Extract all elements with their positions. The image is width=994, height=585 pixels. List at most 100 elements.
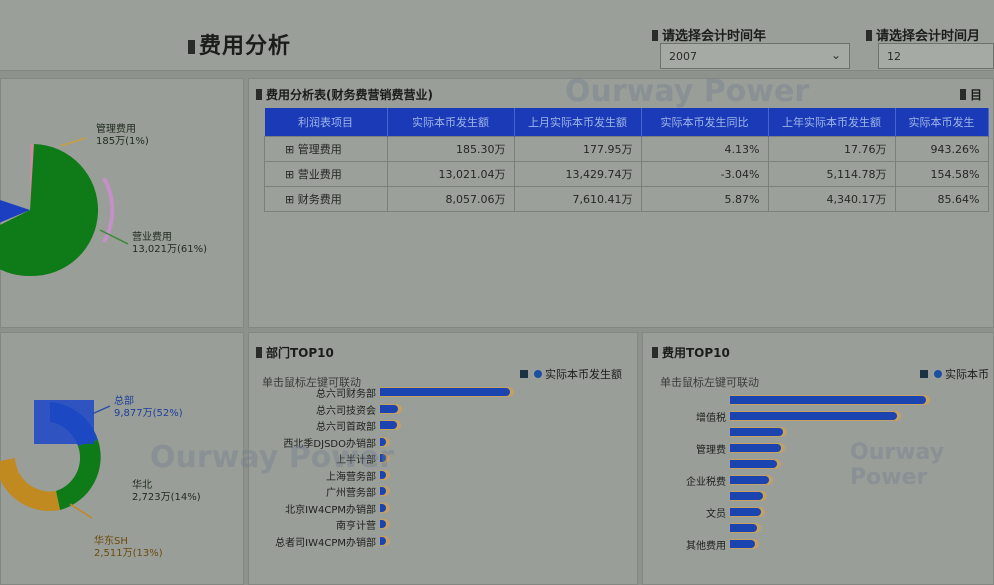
bar[interactable] <box>730 508 761 516</box>
table-corner: 目 <box>960 86 982 103</box>
cell: 13,021.04万 <box>386 161 515 187</box>
bar[interactable] <box>380 404 398 413</box>
year-select-value: 2007 <box>669 50 697 63</box>
cell: 8,057.06万 <box>386 186 515 212</box>
bar-category-label: 增值税 <box>696 413 726 424</box>
expense-pie-chart[interactable] <box>0 130 140 280</box>
cell: 177.95万 <box>513 136 642 162</box>
year-select[interactable]: 2007 ⌄ <box>660 43 850 69</box>
ring-label-east-name: 华东SH <box>94 536 128 547</box>
expand-icon[interactable]: ⊞ <box>285 168 298 181</box>
bar[interactable] <box>730 460 777 468</box>
legend-square-icon <box>520 370 528 378</box>
col-header-item[interactable]: 利润表项目 <box>264 108 388 137</box>
bar[interactable] <box>730 476 769 484</box>
year-mark-icon <box>652 30 658 41</box>
expand-icon[interactable]: ⊞ <box>285 143 298 156</box>
bar[interactable] <box>730 428 784 436</box>
ring-slice-east[interactable] <box>0 458 60 511</box>
month-mark-icon <box>866 30 872 41</box>
table-row[interactable]: ⊞ 管理费用 185.30万 177.95万 4.13% 17.76万 943.… <box>264 136 989 162</box>
region-ring-chart[interactable] <box>0 392 120 522</box>
bar[interactable] <box>730 524 757 532</box>
watermark: Ourway Power <box>565 74 810 109</box>
cell: -3.04% <box>640 161 769 187</box>
bar[interactable] <box>730 412 898 420</box>
ring-label-north: 华北 2,723万(14%) <box>132 480 201 504</box>
ring-label-east-value: 2,511万(13%) <box>94 548 163 559</box>
col-header-yoy[interactable]: 实际本币发生同比 <box>641 108 769 137</box>
row-name: 营业费用 <box>297 168 342 181</box>
ring-label-hq-name: 总部 <box>114 396 134 407</box>
legend-square-icon <box>920 370 928 378</box>
month-filter-label: 请选择会计时间月 <box>866 25 980 44</box>
ring-label-hq: 总部 9,877万(52%) <box>114 396 183 420</box>
month-select-value: 12 <box>887 50 901 63</box>
bar-category-label: 北京IW4CPM办销部 <box>285 504 376 516</box>
col-header-last-year[interactable]: 上年实际本币发生额 <box>768 108 896 137</box>
cell: 5,114.78万 <box>767 161 896 187</box>
month-filter-label-text: 请选择会计时间月 <box>876 29 981 44</box>
fee-legend[interactable]: 实际本币 <box>920 366 989 382</box>
ring-label-north-value: 2,723万(14%) <box>132 492 201 503</box>
pie-label-mgmt-value: 185万(1%) <box>96 136 149 147</box>
cell: 4,340.17万 <box>767 186 896 212</box>
bar-category-label: 总六司首政部 <box>316 422 376 433</box>
cell: 7,610.41万 <box>513 186 642 212</box>
dept-title: 部门TOP10 <box>256 344 334 361</box>
ring-leader-hq <box>91 405 111 415</box>
bar[interactable] <box>380 388 510 396</box>
bar-category-label: 其他费用 <box>686 541 726 552</box>
expense-table: 利润表项目 实际本币发生额 上月实际本币发生额 实际本币发生同比 上年实际本币发… <box>264 108 989 212</box>
row-name-cell[interactable]: ⊞ 财务费用 <box>264 186 388 212</box>
col-header-ratio[interactable]: 实际本币发生 <box>895 108 989 137</box>
col-header-last-month[interactable]: 上月实际本币发生额 <box>514 108 642 137</box>
ring-label-hq-value: 9,877万(52%) <box>114 408 183 419</box>
table-row[interactable]: ⊞ 营业费用 13,021.04万 13,429.74万 -3.04% 5,11… <box>264 161 989 187</box>
watermark: Ourway Power <box>150 440 395 475</box>
table-header-row: 利润表项目 实际本币发生额 上月实际本币发生额 实际本币发生同比 上年实际本币发… <box>264 108 989 137</box>
cell: 85.64% <box>894 186 989 212</box>
row-name-cell[interactable]: ⊞ 营业费用 <box>264 161 388 187</box>
bar[interactable] <box>380 536 386 545</box>
corner-mark-icon <box>960 89 966 100</box>
bar-category-label: 管理费 <box>696 445 726 456</box>
dept-legend[interactable]: 实际本币发生额 <box>520 366 622 382</box>
ring-slice-north[interactable] <box>56 440 101 510</box>
bar[interactable] <box>730 396 926 404</box>
bar[interactable] <box>730 540 755 548</box>
month-select[interactable]: 12 <box>878 43 994 69</box>
year-filter-label: 请选择会计时间年 <box>652 25 766 44</box>
pie-label-sales: 营业费用 13,021万(61%) <box>132 232 207 256</box>
bar[interactable] <box>380 503 386 512</box>
col-header-actual[interactable]: 实际本币发生额 <box>387 108 515 137</box>
bar[interactable] <box>730 444 782 452</box>
watermark: Ourway Power <box>850 440 945 490</box>
fee-mark-icon <box>652 347 658 358</box>
bar-category-label: 文员 <box>706 509 726 520</box>
bar-category-label: 总六司财务部 <box>316 389 376 400</box>
pie-leader-mgmt <box>59 137 87 147</box>
year-filter-label-text: 请选择会计时间年 <box>662 29 767 44</box>
dept-mark-icon <box>256 347 262 358</box>
legend-dot-icon <box>934 370 942 378</box>
cell: 17.76万 <box>767 136 896 162</box>
bar[interactable] <box>730 492 763 500</box>
cell: 185.30万 <box>386 136 515 162</box>
dept-title-text: 部门TOP10 <box>266 346 334 360</box>
bar[interactable] <box>380 421 398 429</box>
table-row[interactable]: ⊞ 财务费用 8,057.06万 7,610.41万 5.87% 4,340.1… <box>264 186 989 212</box>
fee-title-text: 费用TOP10 <box>662 346 730 360</box>
ring-leader-east <box>69 503 93 519</box>
row-name-cell[interactable]: ⊞ 管理费用 <box>264 136 388 162</box>
table-mark-icon <box>256 89 262 100</box>
bar-category-label: 总六司技资会 <box>316 405 376 417</box>
dept-legend-text: 实际本币发生额 <box>545 368 622 381</box>
expand-icon[interactable]: ⊞ <box>285 193 298 206</box>
fee-legend-text: 实际本币 <box>945 368 989 381</box>
table-corner-text: 目 <box>970 88 983 102</box>
ring-label-north-name: 华北 <box>132 480 152 491</box>
row-name: 管理费用 <box>297 143 342 156</box>
ring-highlight <box>34 400 94 444</box>
bar-category-label: 广州营务部 <box>326 488 376 499</box>
